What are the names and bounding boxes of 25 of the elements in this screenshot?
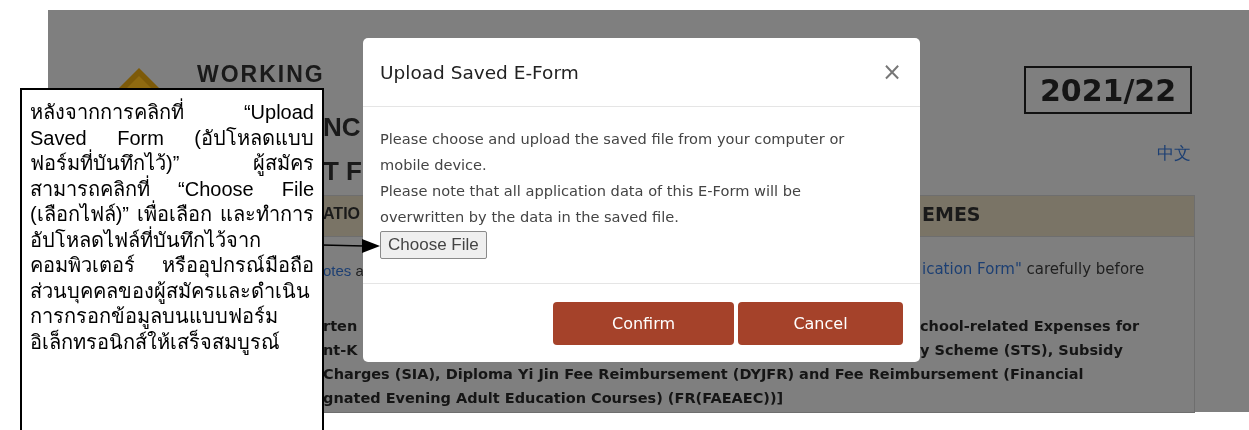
- dialog-title: Upload Saved E-Form: [380, 61, 579, 83]
- bold-text: rten: [323, 317, 358, 336]
- bold-text: gnated Evening Adult Education Courses) (FR(FAEAEC))]: [323, 389, 785, 408]
- cancel-button[interactable]: Cancel: [738, 302, 903, 345]
- page-title: WORKING: [197, 62, 325, 86]
- bold-text: chool-related Expenses for: [920, 317, 1140, 336]
- body-text: otes a: [323, 262, 364, 279]
- bold-text: nt-K: [323, 341, 358, 360]
- body-text: ication Form" carefully before: [922, 260, 1145, 278]
- instruction-text: Please choose and upload the saved file from your computer or mobile device.: [380, 129, 846, 175]
- link[interactable]: ication Form": [922, 260, 1022, 278]
- year-label: 2021/22: [1024, 66, 1192, 114]
- link[interactable]: otes: [323, 262, 352, 279]
- section-title: EMES: [922, 203, 981, 225]
- page-title: NC: [323, 112, 361, 142]
- instruction-text: Please note that all application data of this E-Form will be overwritten by the data in the saved file.: [380, 181, 802, 227]
- bold-text: Charges (SIA), Diploma Yi Jin Fee Reimbursement (DYJFR) and Fee Reimbursement (Financial: [323, 365, 1084, 384]
- bold-text: y Scheme (STS), Subsidy: [920, 341, 1124, 360]
- language-link[interactable]: 中文: [1157, 142, 1191, 165]
- page-title: T F: [323, 156, 362, 186]
- annotation-text: หลังจากการคลิกที่ “Upload Saved Form (อัปโหลดแบบฟอร์มที่บันทึกไว้)” ผู้สมัครสามารถคลิกที่ “Choose File (เลือกไฟล์)” เพื่อเลือก และทำการอัปโหลดไฟล์ที่บันทึกไว้จากคอมพิวเตอร์ หรืออุปกรณ์มือถือส่วนบุคคลของผู้สมัครและดำเนินการกรอกข้อมูลบนแบบฟอร์มอิเล็กทรอนิกส์ให้เสร็จสมบูรณ์: [30, 100, 314, 355]
- close-button[interactable]: ×: [881, 58, 902, 86]
- section-title: ATIO: [323, 205, 361, 223]
- choose-file-button[interactable]: Choose File: [380, 231, 487, 259]
- confirm-button[interactable]: Confirm: [553, 302, 734, 345]
